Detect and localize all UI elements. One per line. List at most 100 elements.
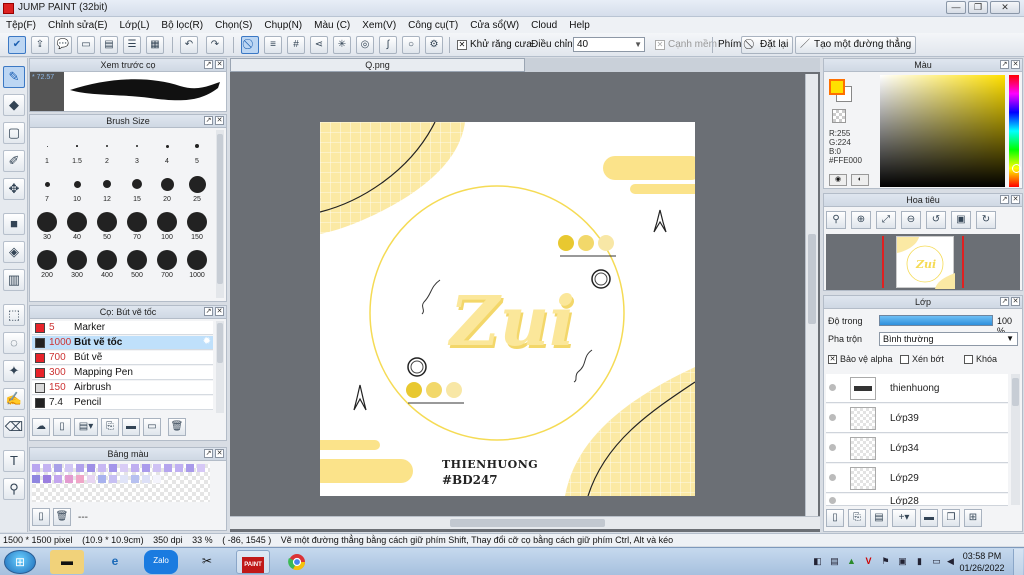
layer-item[interactable]: Lớp28 [826, 494, 1008, 506]
snap-off-icon[interactable]: ⃠ [241, 36, 259, 54]
panel-float-icon[interactable]: ↗ [204, 60, 213, 69]
minimize-button[interactable]: — [946, 1, 966, 14]
brush-size-option[interactable]: 1000 [182, 244, 212, 280]
menu-cloud[interactable]: Cloud [531, 20, 557, 31]
grid-icon[interactable]: ▦ [146, 36, 164, 54]
brush-item[interactable]: 1000 Bút vẽ tốc ✹ [32, 336, 213, 350]
layer-item[interactable]: thienhuong [826, 374, 1008, 403]
brush-size-option[interactable]: 10 [62, 168, 92, 204]
copy-brush-icon[interactable]: ⎘ [101, 418, 119, 436]
perspective-icon[interactable]: ⋖ [310, 36, 328, 54]
pen-tool-icon[interactable]: ✐ [3, 150, 25, 172]
panel-close-icon[interactable]: ✕ [215, 307, 224, 316]
trash-icon[interactable]: 🗑 [168, 418, 186, 436]
folder-open-icon[interactable]: ▭ [143, 418, 161, 436]
menu-edit[interactable]: Chỉnh sửa(E) [48, 20, 108, 31]
menu-file[interactable]: Tệp(F) [6, 20, 36, 31]
curve-icon[interactable]: ∫ [379, 36, 397, 54]
check-icon[interactable]: ✔ [8, 36, 26, 54]
tray-volume-icon[interactable]: ◀ [945, 556, 956, 567]
bucket-tool-icon[interactable]: ◈ [3, 241, 25, 263]
opacity-slider[interactable] [879, 315, 993, 326]
menu-color[interactable]: Màu (C) [314, 20, 350, 31]
tray-flag-icon[interactable]: ⚑ [880, 556, 891, 567]
transparent-color-swatch[interactable] [832, 109, 846, 123]
saturation-value-field[interactable] [880, 75, 1005, 187]
select-rect-tool-icon[interactable]: ⬚ [3, 304, 25, 326]
snipping-tool-icon[interactable]: ✂ [190, 550, 224, 574]
reset-button[interactable]: ⃠Đặt lại [741, 36, 794, 54]
layer-item[interactable]: Lớp39 [826, 404, 1008, 433]
scrollbar[interactable] [1011, 374, 1020, 505]
eye-icon[interactable] [829, 474, 836, 481]
palette-swatch[interactable] [186, 464, 194, 472]
brush-size-option[interactable]: 1.5 [62, 130, 92, 166]
fit-screen-icon[interactable]: ▣ [951, 211, 971, 229]
palette-swatch[interactable] [153, 464, 161, 472]
fit-icon[interactable]: ⤢ [876, 211, 896, 229]
blend-mode-select[interactable]: Bình thường ▼ [879, 332, 1018, 346]
text-tool-icon[interactable]: T [3, 450, 25, 472]
eyedropper-tool-icon[interactable]: ⚲ [3, 478, 25, 500]
parallel-lines-icon[interactable]: ≡ [264, 36, 282, 54]
panel-float-icon[interactable]: ↗ [1000, 297, 1009, 306]
redo-icon[interactable]: ↷ [206, 36, 224, 54]
palette-swatch[interactable] [76, 464, 84, 472]
internet-explorer-icon[interactable]: e [98, 550, 132, 574]
palette-swatch[interactable] [32, 464, 40, 472]
menu-filter[interactable]: Bộ lọc(R) [161, 20, 203, 31]
eye-icon[interactable] [829, 414, 836, 421]
jump-paint-taskbar-button[interactable]: PAINT [236, 550, 270, 574]
eye-icon[interactable] [829, 497, 836, 504]
palette-swatch[interactable] [98, 475, 106, 483]
eye-icon[interactable] [829, 384, 836, 391]
lasso-tool-icon[interactable]: ◌ [3, 332, 25, 354]
palette-swatch[interactable] [175, 464, 183, 472]
palette-swatch[interactable] [153, 475, 161, 483]
brush-import-icon[interactable]: ☁ [32, 418, 50, 436]
palette-swatch[interactable] [76, 475, 84, 483]
protect-alpha-checkbox[interactable]: ✕ [828, 355, 837, 365]
concentric-circles-icon[interactable]: ◎ [356, 36, 374, 54]
start-button-icon[interactable]: ⊞ [4, 550, 36, 574]
move-tool-icon[interactable]: ✥ [3, 178, 25, 200]
panel-float-icon[interactable]: ↗ [1000, 195, 1009, 204]
antialias-checkbox[interactable]: ✕ [457, 40, 467, 50]
brush-size-option[interactable]: 2 [92, 130, 122, 166]
palette-swatch[interactable] [65, 475, 73, 483]
palette-swatch[interactable] [32, 475, 40, 483]
panel-close-icon[interactable]: ✕ [1011, 60, 1020, 69]
tray-app-icon[interactable]: ◧ [812, 556, 823, 567]
menu-window[interactable]: Cửa sổ(W) [470, 20, 519, 31]
zalo-icon[interactable]: Zalo [144, 550, 178, 574]
brush-item[interactable]: 300 Mapping Pen [32, 366, 213, 380]
panel-close-icon[interactable]: ✕ [1011, 195, 1020, 204]
palette-swatch[interactable] [87, 464, 95, 472]
rotate-left-icon[interactable]: ↺ [926, 211, 946, 229]
eye-icon[interactable]: ◉ [829, 174, 847, 186]
folder-icon[interactable]: ▬ [122, 418, 140, 436]
brush-size-option[interactable]: 700 [152, 244, 182, 280]
brush-item[interactable]: 7.4 Pencil [32, 396, 213, 410]
palette-swatch[interactable] [98, 464, 106, 472]
crosshatch-icon[interactable]: # [287, 36, 305, 54]
gear-icon[interactable]: ⚙ [425, 36, 443, 54]
palette-swatch[interactable] [120, 464, 128, 472]
palette-swatch[interactable] [164, 464, 172, 472]
rotate-right-icon[interactable]: ↻ [976, 211, 996, 229]
select-eraser-tool-icon[interactable]: ⌫ [3, 416, 25, 438]
brush-size-option[interactable]: 5 [182, 130, 212, 166]
new-brush-icon[interactable]: ▯ [53, 418, 71, 436]
menu-layer[interactable]: Lớp(L) [120, 20, 150, 31]
navigator-view[interactable]: Zui [826, 234, 1020, 290]
menu-view[interactable]: Xem(V) [362, 20, 396, 31]
palette-swatch[interactable] [87, 475, 95, 483]
palette-swatch[interactable] [142, 464, 150, 472]
panel-close-icon[interactable]: ✕ [215, 60, 224, 69]
brush-size-option[interactable]: 12 [92, 168, 122, 204]
tray-signal-icon[interactable]: ▮ [914, 556, 925, 567]
eraser-tool-icon[interactable]: ◆ [3, 94, 25, 116]
zoom-search-icon[interactable]: ⚲ [826, 211, 846, 229]
palette-swatch[interactable] [109, 475, 117, 483]
zoom-out-icon[interactable]: ⊖ [901, 211, 921, 229]
